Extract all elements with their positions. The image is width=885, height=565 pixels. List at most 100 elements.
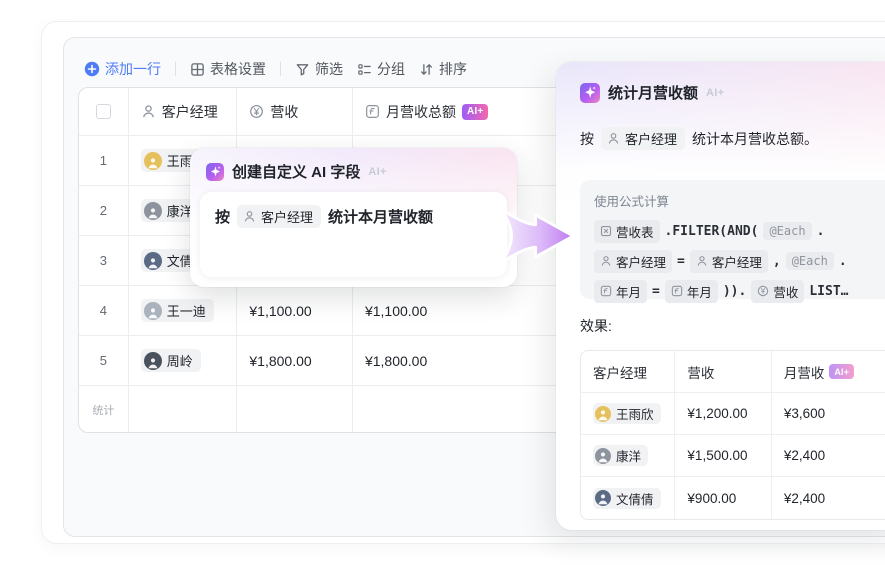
add-row-label: 添加一行: [105, 59, 161, 79]
ai-sparkle-icon: [580, 83, 600, 103]
filter-button[interactable]: 筛选: [295, 59, 343, 79]
monthly-total-cell[interactable]: ¥1,800.00: [353, 336, 585, 385]
result-monthly: ¥3,600: [772, 393, 885, 434]
formula-operator: ,: [773, 254, 781, 269]
sort-arrows-icon: [419, 62, 434, 77]
row-number: 5: [79, 336, 129, 385]
row-number: 4: [79, 286, 129, 335]
connector-arrow-icon: [498, 208, 578, 264]
result-row: 王雨欣 ¥1,200.00 ¥3,600: [581, 393, 885, 435]
person-icon: [141, 104, 156, 119]
formula-preview-card[interactable]: 使用公式计算 营收表 .FILTER(AND( @Each . 客户经理 = 客…: [580, 180, 885, 299]
manager-cell[interactable]: 王一迪: [129, 286, 238, 335]
person-chip: 康洋: [593, 445, 648, 466]
panel-description: 按 客户经理 统计本月营收总额。: [556, 103, 885, 150]
toolbar-divider: [175, 62, 176, 76]
token-label: 客户经理: [712, 252, 762, 271]
field-chip-yearmonth: 年月: [665, 280, 718, 303]
avatar: [595, 406, 611, 422]
avatar: [595, 448, 611, 464]
result-col-monthly: 月营收 AI+: [772, 351, 885, 392]
stat-cell[interactable]: [237, 386, 353, 433]
each-chip: @Each: [763, 222, 811, 240]
token-label: 年月: [687, 282, 712, 301]
table-ref-chip: 营收表: [594, 220, 660, 243]
revenue-cell[interactable]: ¥1,800.00: [237, 336, 353, 385]
filter-label: 筛选: [315, 59, 343, 79]
column-header-revenue[interactable]: 营收: [237, 88, 353, 135]
formula-operator: )).: [723, 284, 746, 299]
result-revenue: ¥1,500.00: [675, 435, 771, 476]
person-icon: [607, 132, 620, 145]
table-settings-label: 表格设置: [210, 59, 266, 79]
person-name: 文倩倩: [616, 489, 654, 508]
token-label: 年月: [616, 282, 641, 301]
result-header-row: 客户经理 营收 月营收 AI+: [581, 351, 885, 393]
stat-cell[interactable]: [129, 386, 238, 433]
row-number: 3: [79, 236, 129, 285]
formula-line: 年月 = 年月 )). 营收 LIST…: [594, 276, 882, 306]
add-row-button[interactable]: 添加一行: [84, 59, 161, 79]
person-name: 王雨欣: [616, 404, 654, 423]
ai-prompt-input[interactable]: 按 客户经理 统计本月营收额: [200, 192, 507, 277]
table-row: 4 王一迪 ¥1,100.00 ¥1,100.00: [79, 286, 585, 336]
result-row: 文倩倩 ¥900.00 ¥2,400: [581, 477, 885, 519]
ai-field-detail-panel: 统计月营收额 AI+ 按 客户经理 统计本月营收总额。 使用公式计算 营收表 .…: [556, 62, 885, 530]
sort-button[interactable]: 排序: [419, 59, 467, 79]
field-chip-manager: 客户经理: [237, 205, 321, 228]
table-settings-button[interactable]: 表格设置: [190, 59, 266, 79]
stat-cell[interactable]: [353, 386, 585, 433]
avatar: [144, 252, 162, 270]
person-icon: [243, 210, 256, 223]
ai-field-badge: AI+: [829, 364, 854, 379]
field-chip-manager: 客户经理: [690, 250, 768, 273]
formula-line: 客户经理 = 客户经理 , @Each .: [594, 246, 882, 276]
funnel-icon: [295, 62, 310, 77]
ai-field-create-popup: 创建自定义 AI 字段 AI+ 按 客户经理 统计本月营收额: [190, 148, 517, 287]
desc-prefix: 按: [580, 129, 594, 149]
field-chip-label: 客户经理: [625, 129, 677, 148]
toolbar-divider: [280, 62, 281, 76]
person-chip: 王一迪: [141, 299, 214, 322]
column-header-manager[interactable]: 客户经理: [129, 88, 238, 135]
person-chip: 王雨欣: [593, 403, 661, 424]
manager-cell[interactable]: 周岭: [129, 336, 238, 385]
each-chip: @Each: [786, 252, 834, 270]
plus-circle-icon: [84, 61, 100, 77]
avatar: [144, 302, 162, 320]
ai-sparkle-icon: [206, 163, 224, 181]
panel-title: 统计月营收额: [608, 82, 698, 103]
popup-title: 创建自定义 AI 字段: [232, 161, 360, 182]
field-chip-label: 客户经理: [261, 207, 313, 226]
formula-line: 营收表 .FILTER(AND( @Each .: [594, 216, 882, 246]
result-monthly: ¥2,400: [772, 477, 885, 519]
group-button[interactable]: 分组: [357, 59, 405, 79]
formula-operator: =: [677, 254, 685, 269]
monthly-total-cell[interactable]: ¥1,100.00: [353, 286, 585, 335]
sort-label: 排序: [439, 59, 467, 79]
table-header-row: 客户经理 营收 月营收总额 AI+: [79, 88, 585, 136]
ai-plus-tag: AI+: [706, 87, 724, 99]
column-header-label: 客户经理: [162, 102, 218, 122]
table-row: 5 周岭 ¥1,800.00 ¥1,800.00: [79, 336, 585, 386]
prompt-prefix: 按: [215, 206, 230, 227]
revenue-cell[interactable]: ¥1,100.00: [237, 286, 353, 335]
column-header-label: 营收: [270, 102, 298, 122]
person-name: 康洋: [167, 201, 193, 220]
person-chip: 文倩倩: [593, 488, 661, 509]
yen-icon: [249, 104, 264, 119]
avatar: [144, 152, 162, 170]
stat-row: 统计: [79, 386, 585, 433]
person-name: 周岭: [167, 351, 193, 370]
column-header-monthly-total[interactable]: 月营收总额 AI+: [353, 88, 585, 135]
formula-icon: [365, 104, 380, 119]
select-all-checkbox[interactable]: [96, 104, 111, 119]
result-revenue: ¥1,200.00: [675, 393, 771, 434]
person-name: 王一迪: [167, 301, 206, 320]
formula-operator: .: [839, 254, 847, 269]
stat-label[interactable]: 统计: [92, 402, 114, 418]
result-col-revenue: 营收: [675, 351, 771, 392]
grid-settings-icon: [190, 62, 205, 77]
formula-operator: =: [652, 284, 660, 299]
column-header-label: 月营收总额: [386, 102, 456, 122]
